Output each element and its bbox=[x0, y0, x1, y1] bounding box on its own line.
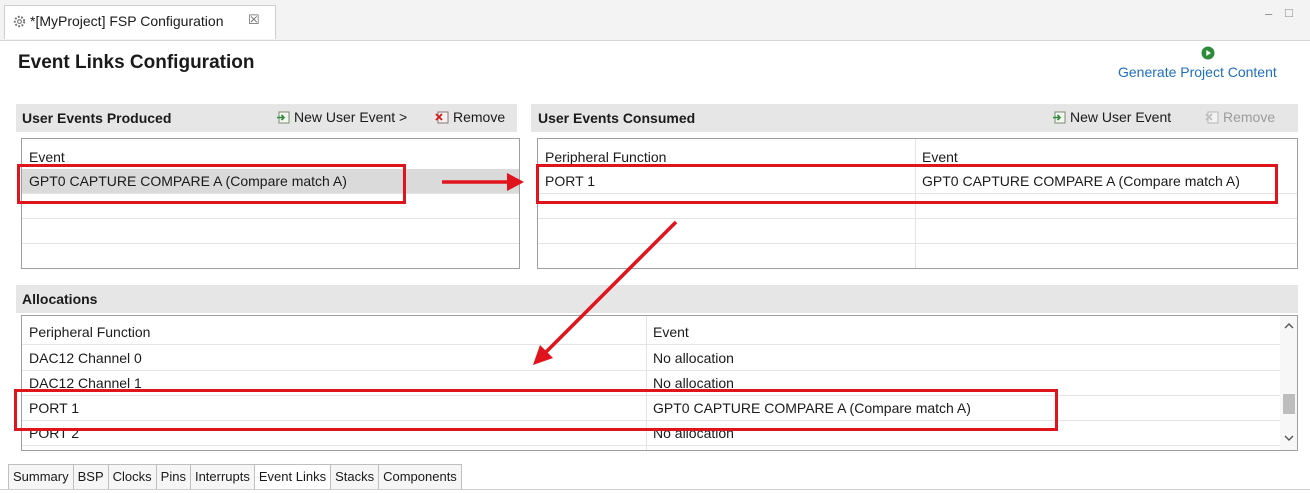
tab-event-links[interactable]: Event Links bbox=[254, 465, 332, 489]
tab-pins[interactable]: Pins bbox=[157, 465, 191, 489]
bottom-divider bbox=[0, 489, 1310, 490]
bottom-tab-bar: Summary BSP Clocks Pins Interrupts Event… bbox=[8, 464, 462, 490]
tab-clocks[interactable]: Clocks bbox=[109, 465, 157, 489]
tab-stacks[interactable]: Stacks bbox=[331, 465, 380, 489]
annotation-arrows bbox=[442, 173, 678, 365]
tab-components[interactable]: Components bbox=[379, 465, 461, 489]
tab-bsp[interactable]: BSP bbox=[74, 465, 109, 489]
arrow-produced-to-consumed bbox=[442, 173, 524, 191]
tab-interrupts[interactable]: Interrupts bbox=[191, 465, 255, 489]
tab-summary[interactable]: Summary bbox=[9, 465, 74, 489]
arrow-consumed-to-allocation bbox=[533, 220, 678, 365]
